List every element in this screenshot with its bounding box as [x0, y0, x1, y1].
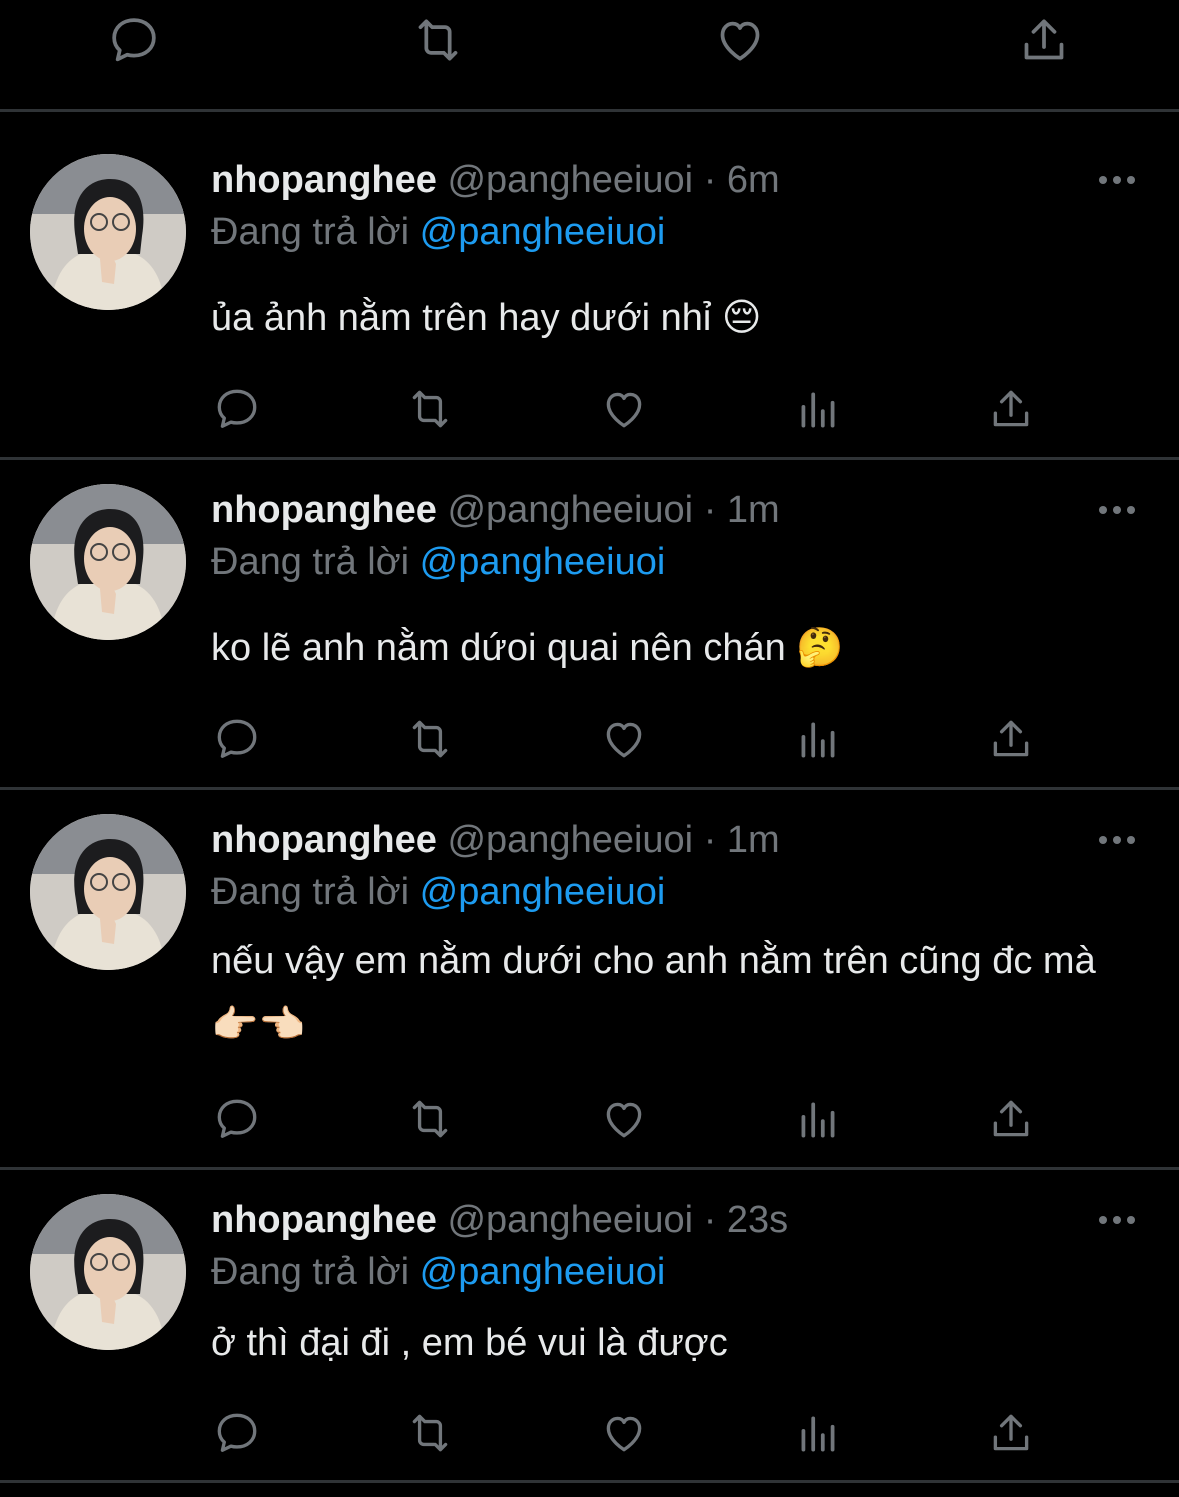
previous-tweet-actions: [0, 0, 1179, 110]
share-icon[interactable]: [986, 384, 1036, 434]
separator-dot: ·: [703, 1199, 717, 1241]
views-icon[interactable]: [793, 1408, 843, 1458]
retweet-icon[interactable]: [405, 714, 455, 764]
tweet-text: ko lẽ anh nằm dứoi quai nên chán 🤔: [211, 627, 844, 669]
share-icon[interactable]: [986, 714, 1036, 764]
replying-to-handle[interactable]: @pangheeiuoi: [420, 1251, 666, 1293]
replying-to-label: Đang trả lời: [211, 1251, 410, 1293]
more-options-icon[interactable]: [1097, 828, 1137, 852]
user-handle[interactable]: @pangheeiuoi: [447, 159, 693, 201]
display-name[interactable]: nhopanghee: [211, 1199, 437, 1241]
retweet-icon[interactable]: [410, 12, 466, 68]
reply-icon[interactable]: [212, 384, 262, 434]
retweet-icon[interactable]: [405, 1408, 455, 1458]
display-name[interactable]: nhopanghee: [211, 489, 437, 531]
like-icon[interactable]: [712, 12, 768, 68]
user-handle[interactable]: @pangheeiuoi: [447, 819, 693, 861]
timestamp[interactable]: 1m: [727, 819, 780, 861]
tweet-header: nhopanghee @pangheeiuoi · 1m: [211, 816, 780, 864]
tweet-text: nếu vậy em nằm dưới cho anh nằm trên cũn…: [211, 940, 1096, 1046]
tweet[interactable]: nhopanghee @pangheeiuoi · 1m Đang trả lờ…: [0, 442, 1179, 787]
views-icon[interactable]: [793, 1094, 843, 1144]
retweet-icon[interactable]: [405, 384, 455, 434]
replying-to: Đang trả lời @pangheeiuoi: [211, 1248, 665, 1296]
reply-icon[interactable]: [212, 1408, 262, 1458]
replying-to-handle[interactable]: @pangheeiuoi: [420, 541, 666, 583]
tweet-text: ở thì đại đi , em bé vui là được: [211, 1322, 728, 1364]
avatar[interactable]: [30, 484, 186, 640]
like-icon[interactable]: [599, 1408, 649, 1458]
replying-to-label: Đang trả lời: [211, 211, 410, 253]
replying-to: Đang trả lời @pangheeiuoi: [211, 538, 665, 586]
tweet[interactable]: nhopanghee @pangheeiuoi · 6m Đang trả lờ…: [0, 112, 1179, 457]
reply-icon[interactable]: [212, 714, 262, 764]
tweet[interactable]: nhopanghee @pangheeiuoi · 1m Đang trả lờ…: [0, 772, 1179, 1167]
more-options-icon[interactable]: [1097, 1208, 1137, 1232]
avatar[interactable]: [30, 154, 186, 310]
tweet-header: nhopanghee @pangheeiuoi · 1m: [211, 486, 780, 534]
tweet-actions: [0, 384, 1179, 444]
like-icon[interactable]: [599, 714, 649, 764]
replying-to-handle[interactable]: @pangheeiuoi: [420, 871, 666, 913]
tweet-header: nhopanghee @pangheeiuoi · 6m: [211, 156, 780, 204]
tweet-header: nhopanghee @pangheeiuoi · 23s: [211, 1196, 788, 1244]
divider: [0, 1480, 1179, 1483]
more-options-icon[interactable]: [1097, 498, 1137, 522]
separator-dot: ·: [703, 489, 717, 531]
avatar[interactable]: [30, 814, 186, 970]
tweet-actions: [0, 1094, 1179, 1154]
more-options-icon[interactable]: [1097, 168, 1137, 192]
tweet[interactable]: nhopanghee @pangheeiuoi · 23s Đang trả l…: [0, 1152, 1179, 1482]
share-icon[interactable]: [986, 1408, 1036, 1458]
separator-dot: ·: [703, 819, 717, 861]
tweet-actions: [0, 1408, 1179, 1468]
reply-icon[interactable]: [106, 12, 162, 68]
display-name[interactable]: nhopanghee: [211, 159, 437, 201]
separator-dot: ·: [703, 159, 717, 201]
replying-to-label: Đang trả lời: [211, 871, 410, 913]
user-handle[interactable]: @pangheeiuoi: [447, 489, 693, 531]
user-handle[interactable]: @pangheeiuoi: [447, 1199, 693, 1241]
replying-to: Đang trả lời @pangheeiuoi: [211, 208, 665, 256]
like-icon[interactable]: [599, 1094, 649, 1144]
like-icon[interactable]: [599, 384, 649, 434]
tweet-text: ủa ảnh nằm trên hay dưới nhỉ 😔: [211, 297, 762, 339]
replying-to: Đang trả lời @pangheeiuoi: [211, 868, 665, 916]
views-icon[interactable]: [793, 714, 843, 764]
replying-to-label: Đang trả lời: [211, 541, 410, 583]
reply-icon[interactable]: [212, 1094, 262, 1144]
replying-to-handle[interactable]: @pangheeiuoi: [420, 211, 666, 253]
share-icon[interactable]: [1016, 12, 1072, 68]
retweet-icon[interactable]: [405, 1094, 455, 1144]
timestamp[interactable]: 23s: [727, 1199, 788, 1241]
views-icon[interactable]: [793, 384, 843, 434]
tweet-actions: [0, 714, 1179, 774]
avatar[interactable]: [30, 1194, 186, 1350]
display-name[interactable]: nhopanghee: [211, 819, 437, 861]
share-icon[interactable]: [986, 1094, 1036, 1144]
timestamp[interactable]: 6m: [727, 159, 780, 201]
timestamp[interactable]: 1m: [727, 489, 780, 531]
